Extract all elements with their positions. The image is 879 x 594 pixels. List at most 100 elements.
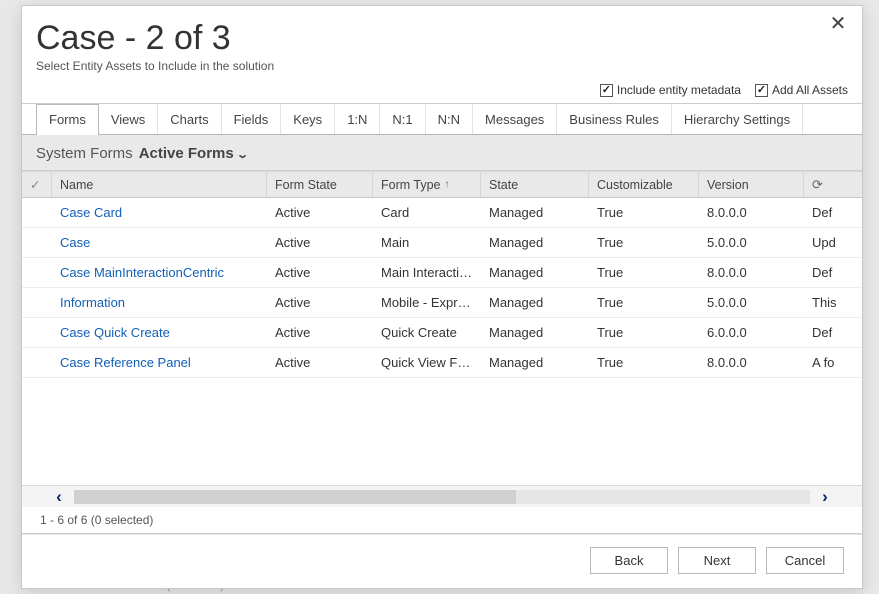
cell-form-type: Mobile - Express bbox=[373, 295, 481, 310]
tab-fields[interactable]: Fields bbox=[222, 104, 282, 134]
cell-form-state: Active bbox=[267, 265, 373, 280]
cell-version: 8.0.0.0 bbox=[699, 355, 804, 370]
scroll-left-icon[interactable]: ‹ bbox=[50, 488, 68, 506]
checkbox-icon bbox=[755, 84, 768, 97]
form-name-link[interactable]: Case Quick Create bbox=[60, 325, 170, 340]
cell-form-state: Active bbox=[267, 295, 373, 310]
column-name[interactable]: Name bbox=[52, 172, 267, 197]
grid-status-bar: 1 - 6 of 6 (0 selected) bbox=[22, 507, 862, 533]
grid: ✓ Name Form State Form Type ↑ State Cust… bbox=[22, 171, 862, 534]
cell-form-state: Active bbox=[267, 235, 373, 250]
column-select-all[interactable]: ✓ bbox=[22, 172, 52, 197]
cell-version: 8.0.0.0 bbox=[699, 205, 804, 220]
cell-form-type: Quick Create bbox=[373, 325, 481, 340]
cell-version: 5.0.0.0 bbox=[699, 235, 804, 250]
cell-state: Managed bbox=[481, 265, 589, 280]
form-name-link[interactable]: Case bbox=[60, 235, 90, 250]
page-subtitle: Select Entity Assets to Include in the s… bbox=[36, 59, 848, 73]
cell-description: This bbox=[804, 295, 862, 310]
next-button[interactable]: Next bbox=[678, 547, 756, 574]
modal-dialog: ✕ Case - 2 of 3 Select Entity Assets to … bbox=[22, 6, 862, 588]
include-metadata-checkbox[interactable]: Include entity metadata bbox=[600, 83, 741, 97]
sort-asc-icon: ↑ bbox=[445, 179, 450, 190]
cell-form-type: Main Interaction... bbox=[373, 265, 481, 280]
table-row[interactable]: Case Reference Panel ActiveQuick View For… bbox=[22, 348, 862, 378]
close-icon[interactable]: ✕ bbox=[826, 14, 850, 38]
cell-customizable: True bbox=[589, 355, 699, 370]
cell-customizable: True bbox=[589, 235, 699, 250]
tab-keys[interactable]: Keys bbox=[281, 104, 335, 134]
cell-version: 8.0.0.0 bbox=[699, 265, 804, 280]
horizontal-scrollbar: ‹ › bbox=[22, 485, 862, 507]
checkbox-icon bbox=[600, 84, 613, 97]
tab-charts[interactable]: Charts bbox=[158, 104, 221, 134]
add-all-assets-checkbox[interactable]: Add All Assets bbox=[755, 83, 848, 97]
cell-form-type: Card bbox=[373, 205, 481, 220]
cell-customizable: True bbox=[589, 295, 699, 310]
tab-views[interactable]: Views bbox=[99, 104, 158, 134]
form-name-link[interactable]: Information bbox=[60, 295, 125, 310]
cell-description: Def bbox=[804, 325, 862, 340]
tab-nn[interactable]: N:N bbox=[426, 104, 473, 134]
column-version[interactable]: Version bbox=[699, 172, 804, 197]
cancel-button[interactable]: Cancel bbox=[766, 547, 844, 574]
table-row[interactable]: Case MainInteractionCentric ActiveMain In… bbox=[22, 258, 862, 288]
refresh-icon: ⟳ bbox=[812, 177, 823, 193]
cell-description: Def bbox=[804, 265, 862, 280]
cell-customizable: True bbox=[589, 205, 699, 220]
cell-state: Managed bbox=[481, 355, 589, 370]
table-row[interactable]: Case Quick Create ActiveQuick CreateManag… bbox=[22, 318, 862, 348]
tab-1n[interactable]: 1:N bbox=[335, 104, 380, 134]
grid-view-name: Active Forms bbox=[139, 145, 234, 162]
cell-description: Upd bbox=[804, 235, 862, 250]
tabs: FormsViewsChartsFieldsKeys1:NN:1N:NMessa… bbox=[22, 104, 862, 135]
cell-form-type: Main bbox=[373, 235, 481, 250]
cell-description: Def bbox=[804, 205, 862, 220]
cell-form-type: Quick View Form bbox=[373, 355, 481, 370]
column-state[interactable]: State bbox=[481, 172, 589, 197]
cell-customizable: True bbox=[589, 325, 699, 340]
add-all-assets-label: Add All Assets bbox=[772, 83, 848, 97]
tab-forms[interactable]: Forms bbox=[36, 104, 99, 135]
column-form-state[interactable]: Form State bbox=[267, 172, 373, 197]
column-customizable[interactable]: Customizable bbox=[589, 172, 699, 197]
cell-description: A fo bbox=[804, 355, 862, 370]
chevron-down-icon: ⌄ bbox=[236, 148, 249, 161]
tab-bizrules[interactable]: Business Rules bbox=[557, 104, 672, 134]
cell-state: Managed bbox=[481, 325, 589, 340]
table-row[interactable]: Information ActiveMobile - ExpressManaged… bbox=[22, 288, 862, 318]
grid-view-selector[interactable]: Active Forms ⌄ bbox=[139, 145, 247, 162]
options-row: Include entity metadata Add All Assets bbox=[22, 79, 862, 104]
cell-version: 6.0.0.0 bbox=[699, 325, 804, 340]
form-name-link[interactable]: Case Reference Panel bbox=[60, 355, 191, 370]
tab-messages[interactable]: Messages bbox=[473, 104, 557, 134]
cell-form-state: Active bbox=[267, 325, 373, 340]
modal-footer: Back Next Cancel bbox=[22, 534, 862, 588]
table-row[interactable]: Case ActiveMainManagedTrue5.0.0.0Upd bbox=[22, 228, 862, 258]
back-button[interactable]: Back bbox=[590, 547, 668, 574]
cell-state: Managed bbox=[481, 295, 589, 310]
cell-customizable: True bbox=[589, 265, 699, 280]
cell-form-state: Active bbox=[267, 205, 373, 220]
cell-version: 5.0.0.0 bbox=[699, 295, 804, 310]
cell-state: Managed bbox=[481, 205, 589, 220]
include-metadata-label: Include entity metadata bbox=[617, 83, 741, 97]
cell-form-state: Active bbox=[267, 355, 373, 370]
grid-body: Case CardActiveCardManagedTrue8.0.0.0Def… bbox=[22, 198, 862, 485]
scroll-right-icon[interactable]: › bbox=[816, 488, 834, 506]
modal-header: Case - 2 of 3 Select Entity Assets to In… bbox=[22, 6, 862, 79]
grid-view-header: System Forms Active Forms ⌄ bbox=[22, 135, 862, 171]
page-title: Case - 2 of 3 bbox=[36, 20, 848, 57]
column-refresh[interactable]: ⟳ bbox=[804, 172, 862, 197]
form-name-link[interactable]: Case MainInteractionCentric bbox=[60, 265, 224, 280]
column-form-type[interactable]: Form Type ↑ bbox=[373, 172, 481, 197]
grid-header-row: ✓ Name Form State Form Type ↑ State Cust… bbox=[22, 171, 862, 198]
cell-state: Managed bbox=[481, 235, 589, 250]
table-row[interactable]: Case Card ActiveCardManagedTrue8.0.0.0Def bbox=[22, 198, 862, 228]
tab-hierarchy[interactable]: Hierarchy Settings bbox=[672, 104, 803, 134]
tab-n1[interactable]: N:1 bbox=[380, 104, 425, 134]
grid-section-label: System Forms bbox=[36, 145, 133, 162]
scroll-track[interactable] bbox=[74, 490, 810, 504]
form-name-link[interactable]: Case Card bbox=[60, 205, 122, 220]
scroll-thumb[interactable] bbox=[74, 490, 516, 504]
